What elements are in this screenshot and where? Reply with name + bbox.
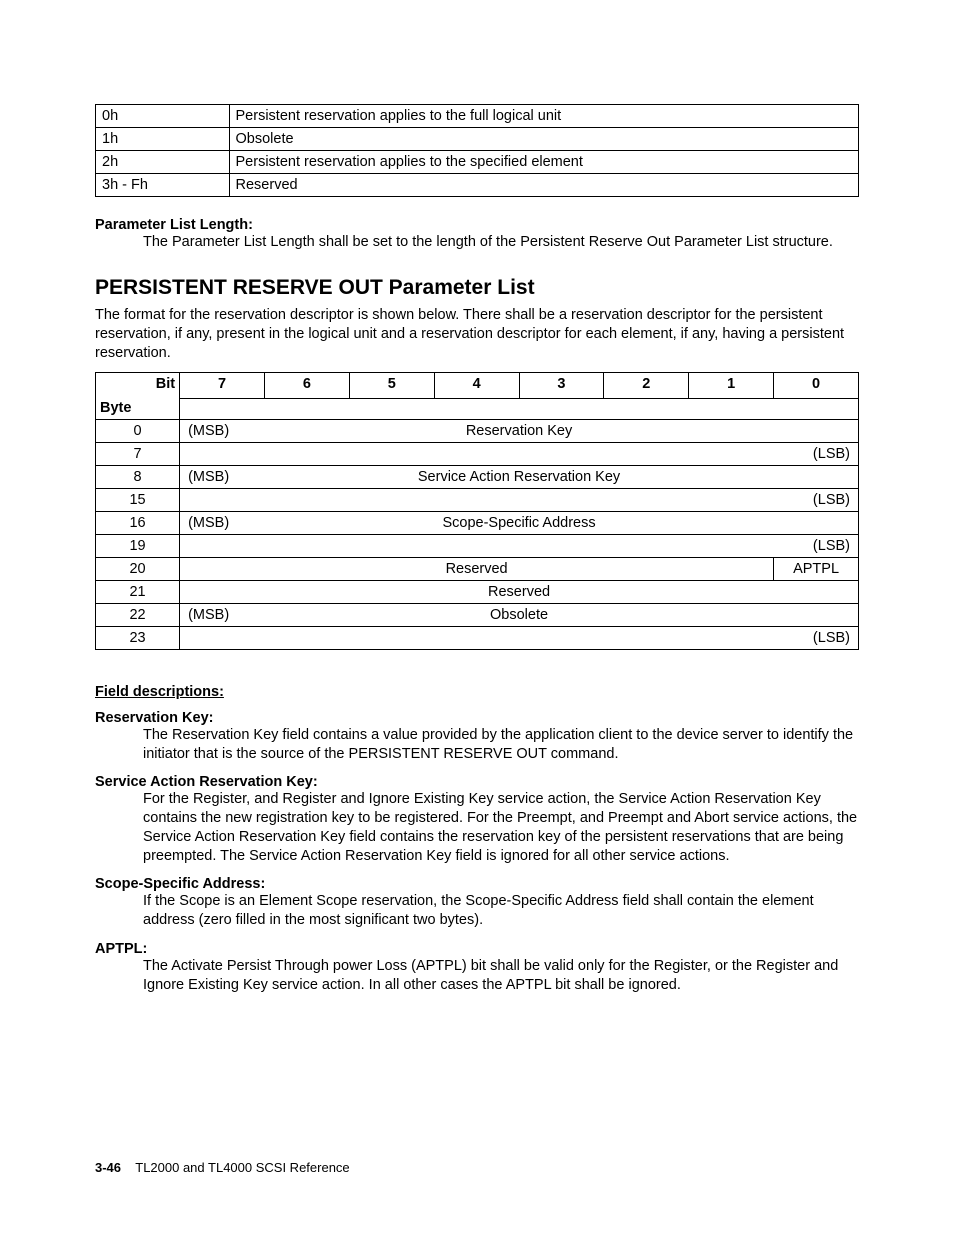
table-row: 20 Reserved APTPL [96, 557, 859, 580]
lsb-cell: (LSB) [774, 488, 859, 511]
lsb-cell [774, 419, 859, 442]
service-action-reservation-key-label: Service Action Reservation Key: [95, 774, 859, 790]
page-footer: 3-46 TL2000 and TL4000 SCSI Reference [95, 1160, 350, 1175]
desc-cell: Reserved [229, 174, 858, 197]
table-row: 19 (LSB) [96, 534, 859, 557]
desc-cell: Obsolete [229, 128, 858, 151]
byte-cell: 20 [96, 557, 180, 580]
byte-cell: 16 [96, 511, 180, 534]
col-6: 6 [264, 372, 349, 398]
parameter-list-table: Bit Byte 7 6 5 4 3 2 1 0 0 (MSB) Reserva… [95, 372, 859, 650]
byte-cell: 0 [96, 419, 180, 442]
msb-cell: (MSB) [180, 465, 265, 488]
field-name: Service Action Reservation Key [264, 465, 773, 488]
col-5: 5 [349, 372, 434, 398]
table-row: 8 (MSB) Service Action Reservation Key [96, 465, 859, 488]
table-row: 15 (LSB) [96, 488, 859, 511]
lsb-cell: (LSB) [774, 534, 859, 557]
page-number: 3-46 [95, 1160, 121, 1175]
section-intro: The format for the reservation descripto… [95, 306, 859, 363]
table-row: 21 Reserved [96, 580, 859, 603]
field-name [264, 534, 773, 557]
field-name: Scope-Specific Address [264, 511, 773, 534]
table-row: 16 (MSB) Scope-Specific Address [96, 511, 859, 534]
field-descriptions-heading: Field descriptions: [95, 684, 859, 700]
col-4: 4 [434, 372, 519, 398]
code-cell: 1h [96, 128, 230, 151]
lsb-cell [774, 511, 859, 534]
field-name [264, 442, 773, 465]
reserved-cell: Reserved [180, 580, 859, 603]
section-title: PERSISTENT RESERVE OUT Parameter List [95, 276, 859, 300]
field-name: Reservation Key [264, 419, 773, 442]
reservation-key-label: Reservation Key: [95, 710, 859, 726]
table-row: 3h - Fh Reserved [96, 174, 859, 197]
lsb-cell: (LSB) [774, 626, 859, 649]
table-row: 1h Obsolete [96, 128, 859, 151]
col-0: 0 [774, 372, 859, 398]
aptpl-cell: APTPL [774, 557, 859, 580]
byte-cell: 8 [96, 465, 180, 488]
msb-cell: (MSB) [180, 603, 265, 626]
msb-cell [180, 626, 265, 649]
byte-cell: 7 [96, 442, 180, 465]
header-spacer-row [96, 398, 859, 419]
aptpl-text: The Activate Persist Through power Loss … [143, 957, 859, 995]
byte-cell: 21 [96, 580, 180, 603]
byte-cell: 23 [96, 626, 180, 649]
bit-header: Bit [100, 376, 175, 392]
scope-value-table: 0h Persistent reservation applies to the… [95, 104, 859, 197]
field-name: Obsolete [264, 603, 773, 626]
msb-cell [180, 488, 265, 511]
msb-cell: (MSB) [180, 419, 265, 442]
aptpl-label: APTPL: [95, 941, 859, 957]
field-name [264, 626, 773, 649]
desc-cell: Persistent reservation applies to the fu… [229, 105, 858, 128]
code-cell: 3h - Fh [96, 174, 230, 197]
byte-cell: 22 [96, 603, 180, 626]
footer-title: TL2000 and TL4000 SCSI Reference [135, 1160, 349, 1175]
code-cell: 0h [96, 105, 230, 128]
lsb-cell: (LSB) [774, 442, 859, 465]
lsb-cell [774, 465, 859, 488]
field-name [264, 488, 773, 511]
col-1: 1 [689, 372, 774, 398]
service-action-reservation-key-text: For the Register, and Register and Ignor… [143, 790, 859, 867]
msb-cell [180, 534, 265, 557]
reserved-cell: Reserved [180, 557, 774, 580]
param-list-length-text: The Parameter List Length shall be set t… [143, 233, 859, 252]
table-row: 0h Persistent reservation applies to the… [96, 105, 859, 128]
table-row: 0 (MSB) Reservation Key [96, 419, 859, 442]
byte-cell: 15 [96, 488, 180, 511]
table-row: 2h Persistent reservation applies to the… [96, 151, 859, 174]
param-list-length-label: Parameter List Length: [95, 217, 859, 233]
table-row: 7 (LSB) [96, 442, 859, 465]
table-header-row: Bit Byte 7 6 5 4 3 2 1 0 [96, 372, 859, 398]
byte-header: Byte [100, 400, 175, 416]
scope-specific-address-label: Scope-Specific Address: [95, 876, 859, 892]
reservation-key-text: The Reservation Key field contains a val… [143, 726, 859, 764]
scope-specific-address-text: If the Scope is an Element Scope reserva… [143, 892, 859, 930]
desc-cell: Persistent reservation applies to the sp… [229, 151, 858, 174]
msb-cell: (MSB) [180, 511, 265, 534]
lsb-cell [774, 603, 859, 626]
col-3: 3 [519, 372, 604, 398]
msb-cell [180, 442, 265, 465]
code-cell: 2h [96, 151, 230, 174]
table-row: 22 (MSB) Obsolete [96, 603, 859, 626]
byte-cell: 19 [96, 534, 180, 557]
col-2: 2 [604, 372, 689, 398]
col-7: 7 [180, 372, 265, 398]
table-row: 23 (LSB) [96, 626, 859, 649]
